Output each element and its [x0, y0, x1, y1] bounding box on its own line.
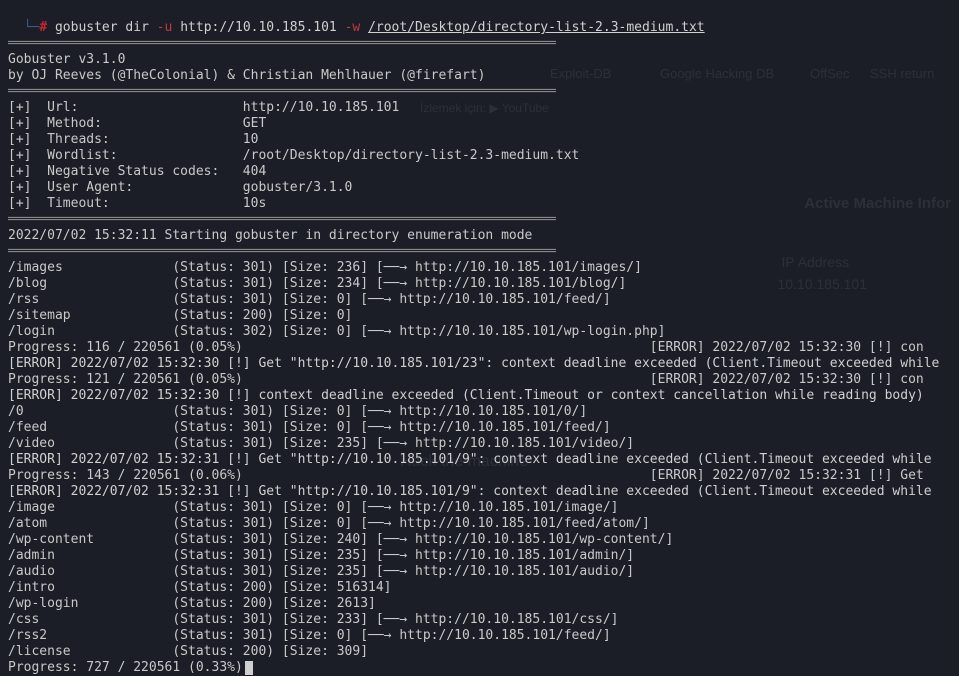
prompt-hash: #	[39, 20, 47, 35]
result-audio: /audio (Status: 301) [Size: 235] [──→ ht…	[8, 564, 951, 580]
result-rss2: /rss2 (Status: 301) [Size: 0] [──→ http:…	[8, 628, 951, 644]
prompt-elbow: └─	[24, 20, 40, 35]
progress-116: Progress: 116 / 220561 (0.05%) [ERROR] 2…	[8, 340, 951, 356]
result-video: /video (Status: 301) [Size: 235] [──→ ht…	[8, 436, 951, 452]
result-login: /login (Status: 302) [Size: 0] [──→ http…	[8, 324, 951, 340]
progress-143: Progress: 143 / 220561 (0.06%) [ERROR] 2…	[8, 468, 951, 484]
info-timeout: [+] Timeout: 10s	[8, 196, 951, 212]
prompt-line[interactable]: └─# gobuster dir -u http://10.10.185.101…	[8, 4, 951, 36]
separator-4: ════════════════════════════════════════…	[8, 244, 951, 260]
cmd-sub: dir	[125, 20, 148, 35]
result-admin: /admin (Status: 301) [Size: 235] [──→ ht…	[8, 548, 951, 564]
separator-3: ════════════════════════════════════════…	[8, 212, 951, 228]
result-images: /images (Status: 301) [Size: 236] [──→ h…	[8, 260, 951, 276]
result-wpcontent: /wp-content (Status: 301) [Size: 240] [─…	[8, 532, 951, 548]
progress-727: Progress: 727 / 220561 (0.33%)	[8, 660, 951, 676]
result-blog: /blog (Status: 301) [Size: 234] [──→ htt…	[8, 276, 951, 292]
result-sitemap: /sitemap (Status: 200) [Size: 0]	[8, 308, 951, 324]
result-css: /css (Status: 301) [Size: 233] [──→ http…	[8, 612, 951, 628]
progress-121: Progress: 121 / 220561 (0.05%) [ERROR] 2…	[8, 372, 951, 388]
cursor	[245, 661, 253, 675]
banner-authors: by OJ Reeves (@TheColonial) & Christian …	[8, 68, 951, 84]
info-url: [+] Url: http://10.10.185.101	[8, 100, 951, 116]
result-rss: /rss (Status: 301) [Size: 0] [──→ http:/…	[8, 292, 951, 308]
result-image: /image (Status: 301) [Size: 0] [──→ http…	[8, 500, 951, 516]
info-threads: [+] Threads: 10	[8, 132, 951, 148]
info-method: [+] Method: GET	[8, 116, 951, 132]
result-0: /0 (Status: 301) [Size: 0] [──→ http://1…	[8, 404, 951, 420]
result-license: /license (Status: 200) [Size: 309]	[8, 644, 951, 660]
result-feed: /feed (Status: 301) [Size: 0] [──→ http:…	[8, 420, 951, 436]
error-9a: [ERROR] 2022/07/02 15:32:31 [!] Get "htt…	[8, 452, 951, 468]
error-ctx: [ERROR] 2022/07/02 15:32:30 [!] context …	[8, 388, 951, 404]
error-23: [ERROR] 2022/07/02 15:32:30 [!] Get "htt…	[8, 356, 951, 372]
error-9b: [ERROR] 2022/07/02 15:32:31 [!] Get "htt…	[8, 484, 951, 500]
start-line: 2022/07/02 15:32:11 Starting gobuster in…	[8, 228, 951, 244]
flag-w: -w	[345, 20, 361, 35]
info-wordlist: [+] Wordlist: /root/Desktop/directory-li…	[8, 148, 951, 164]
separator-top: ════════════════════════════════════════…	[8, 36, 951, 52]
info-negstatus: [+] Negative Status codes: 404	[8, 164, 951, 180]
separator-2: ════════════════════════════════════════…	[8, 84, 951, 100]
flag-u: -u	[157, 20, 173, 35]
arg-wordlist: /root/Desktop/directory-list-2.3-medium.…	[368, 20, 705, 35]
banner-version: Gobuster v3.1.0	[8, 52, 951, 68]
result-intro: /intro (Status: 200) [Size: 516314]	[8, 580, 951, 596]
result-wplogin: /wp-login (Status: 200) [Size: 2613]	[8, 596, 951, 612]
result-atom: /atom (Status: 301) [Size: 0] [──→ http:…	[8, 516, 951, 532]
arg-url: http://10.10.185.101	[180, 20, 337, 35]
info-useragent: [+] User Agent: gobuster/3.1.0	[8, 180, 951, 196]
cmd-gobuster: gobuster	[55, 20, 118, 35]
